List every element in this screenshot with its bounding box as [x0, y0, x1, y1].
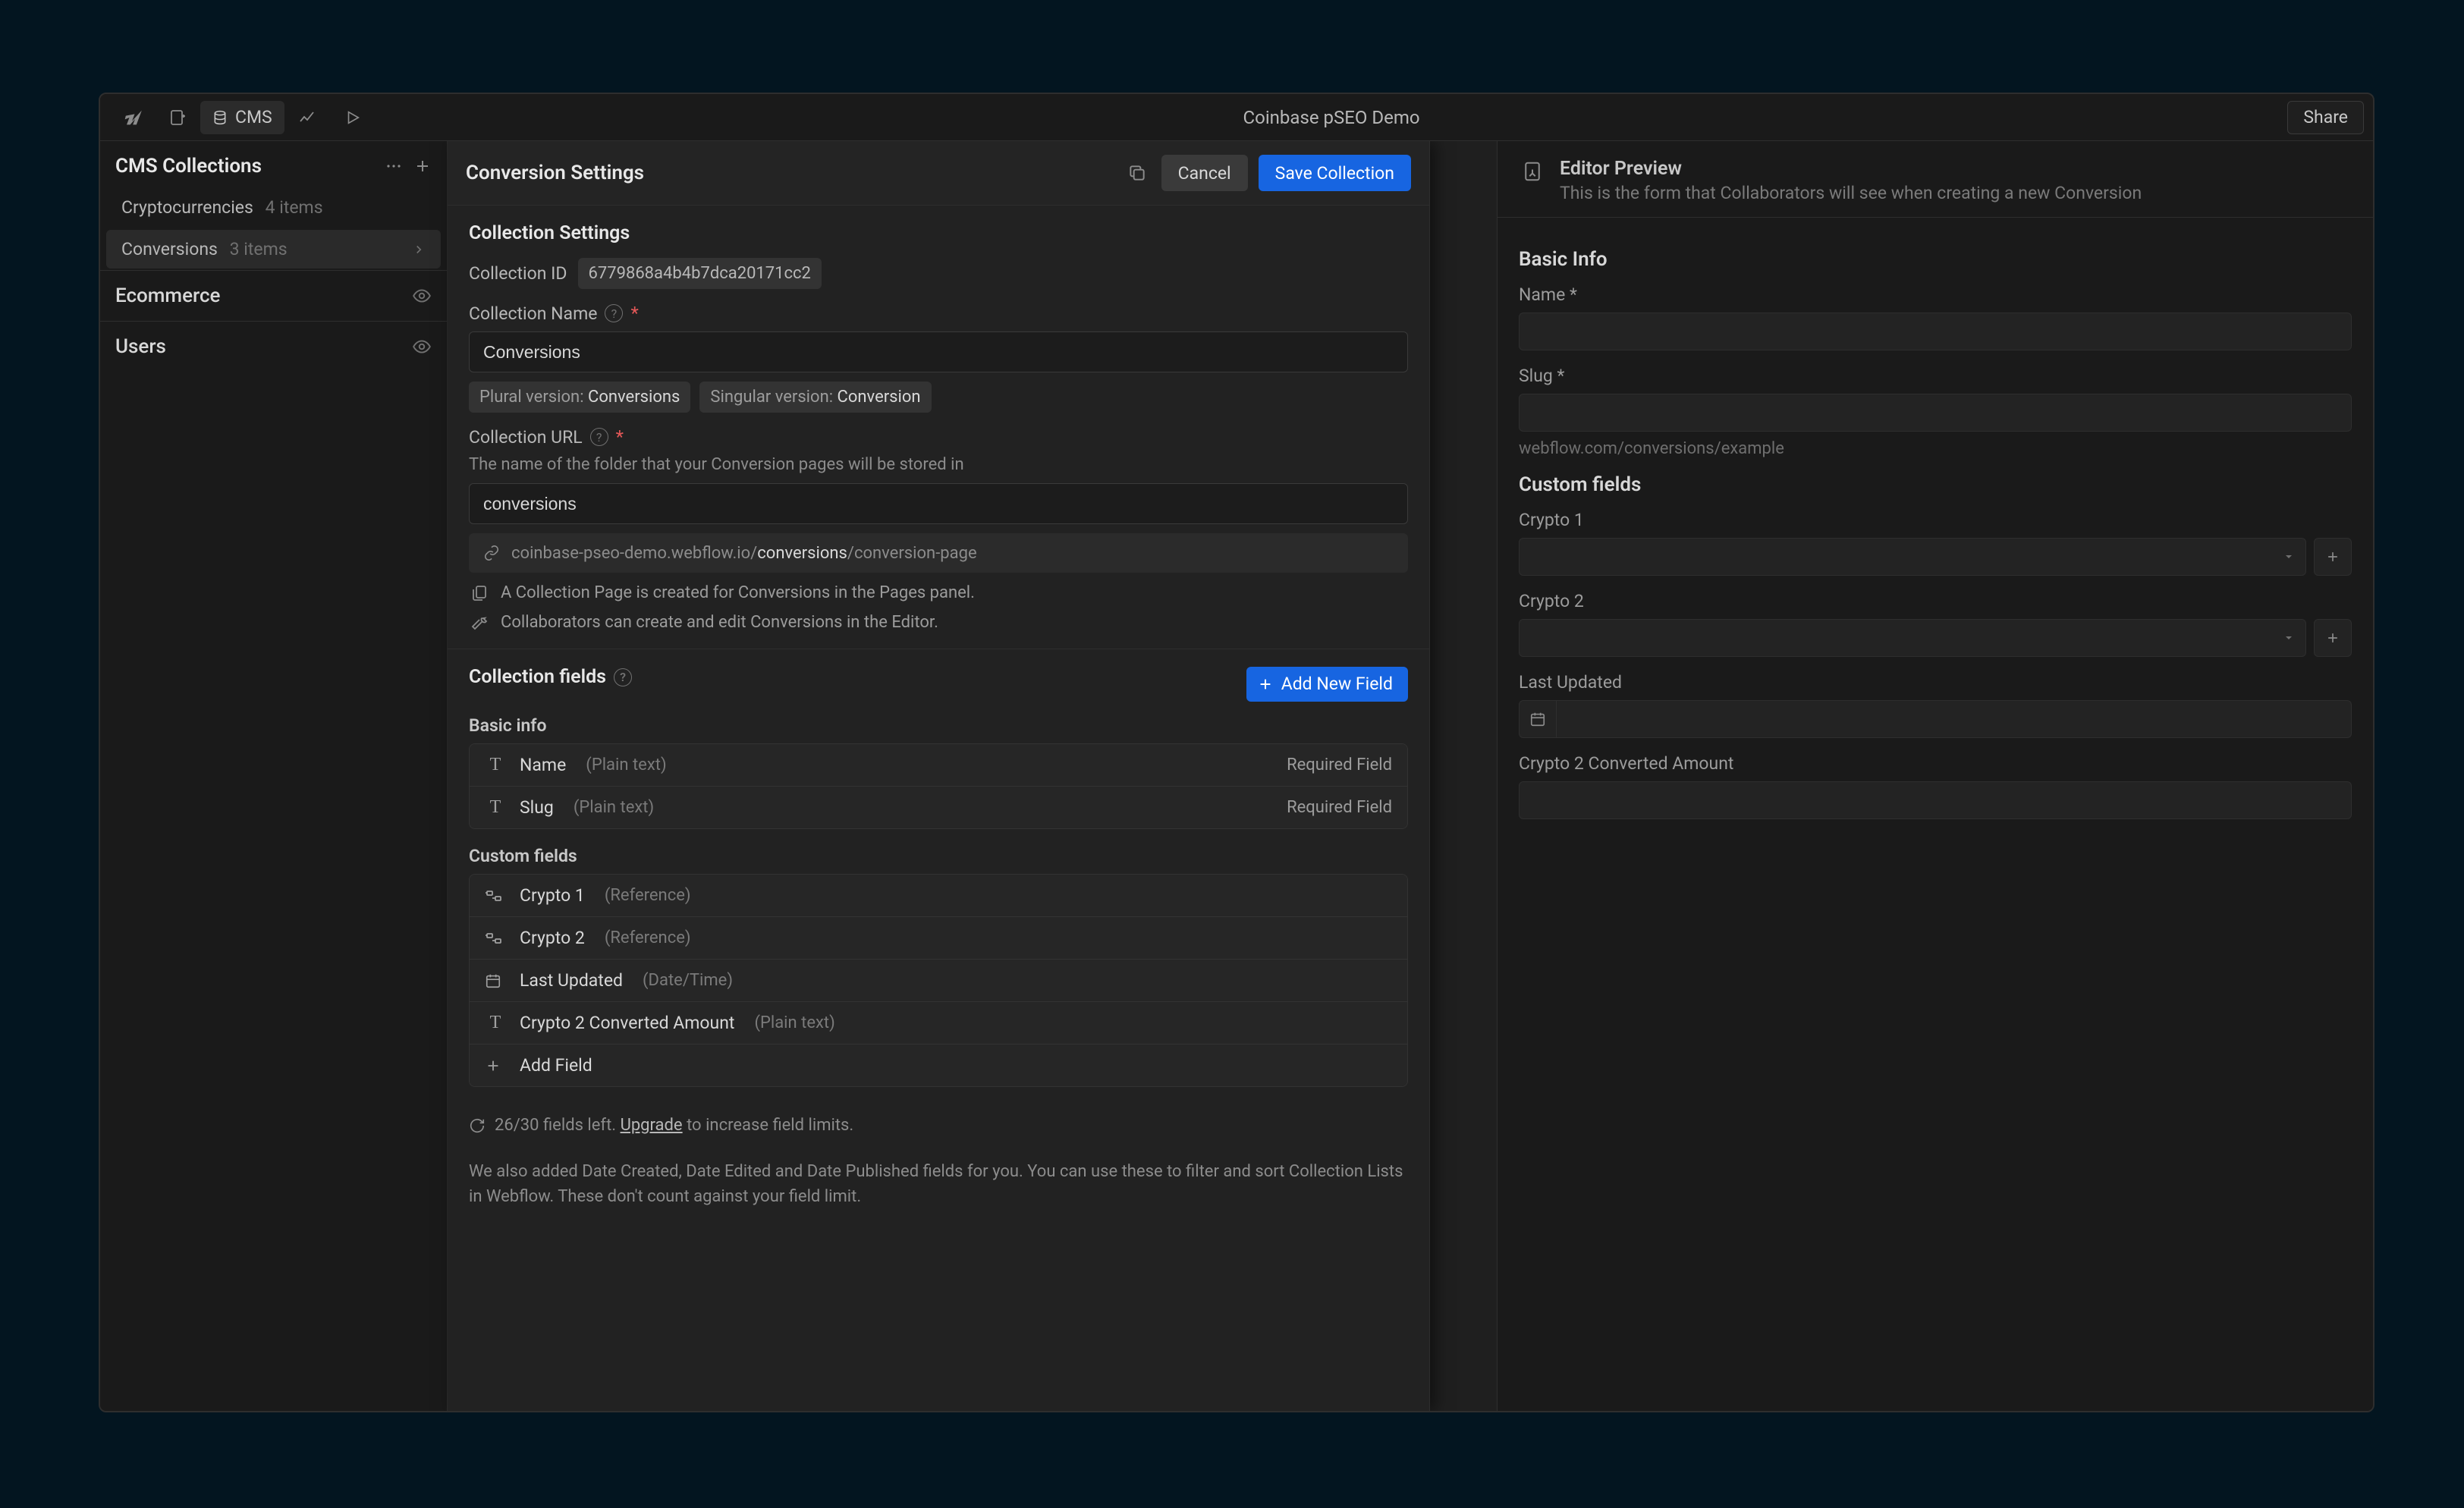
calendar-icon: [1519, 700, 1557, 738]
calendar-icon: [485, 972, 506, 989]
add-page-icon[interactable]: [155, 101, 200, 134]
eye-icon: [412, 337, 432, 357]
collection-id-value[interactable]: 6779868a4b4b7dca20171cc2: [578, 258, 822, 289]
field-row-crypto2-amount[interactable]: T Crypto 2 Converted Amount (Plain text): [470, 1002, 1407, 1045]
plural-version-chip[interactable]: Plural version: Conversions: [469, 382, 690, 413]
analytics-icon[interactable]: [284, 101, 330, 134]
crypto2-amount-input[interactable]: [1519, 781, 2352, 819]
info-line-1: A Collection Page is created for Convers…: [501, 583, 975, 602]
text-icon: T: [485, 1013, 506, 1033]
database-icon: [212, 110, 228, 125]
settings-panel: Conversion Settings Cancel Save Collecti…: [448, 141, 1430, 1411]
slug-hint: webflow.com/conversions/example: [1519, 439, 2352, 458]
crypto2-add-button[interactable]: [2314, 619, 2352, 657]
crypto2-amount-label: Crypto 2 Converted Amount: [1519, 753, 2352, 774]
collection-item-cryptocurrencies[interactable]: Cryptocurrencies 4 items: [106, 188, 441, 227]
collection-name-label: Collection Name: [469, 303, 597, 324]
add-collection-icon[interactable]: [413, 157, 432, 175]
info-line-2: Collaborators can create and edit Conver…: [501, 613, 938, 632]
slug-label: Slug *: [1519, 366, 2352, 386]
reference-icon: [485, 931, 506, 946]
collections-title: CMS Collections: [115, 155, 262, 178]
topbar: CMS Coinbase pSEO Demo Share: [100, 94, 2373, 141]
sidebar: CMS Collections Cryptocurrencies 4 items: [100, 141, 448, 1411]
save-collection-button[interactable]: Save Collection: [1259, 155, 1411, 191]
collection-url-description: The name of the folder that your Convers…: [469, 455, 1408, 474]
field-row-name[interactable]: T Name (Plain text) Required Field: [470, 744, 1407, 787]
field-row-crypto1[interactable]: Crypto 1 (Reference): [470, 875, 1407, 917]
sidebar-section-users[interactable]: Users: [100, 321, 447, 372]
field-row-last-updated[interactable]: Last Updated (Date/Time): [470, 960, 1407, 1002]
basic-info-heading: Basic Info: [1519, 248, 2352, 271]
copy-icon[interactable]: [1124, 159, 1151, 187]
help-icon[interactable]: ?: [614, 668, 632, 686]
url-preview: coinbase-pseo-demo.webflow.io/conversion…: [469, 533, 1408, 573]
add-new-field-button[interactable]: Add New Field: [1246, 667, 1408, 702]
required-asterisk: *: [616, 426, 624, 448]
webflow-logo[interactable]: [109, 101, 155, 134]
document-arrow-icon: [1519, 158, 1546, 185]
crypto2-select[interactable]: [1519, 619, 2306, 657]
reference-icon: [485, 888, 506, 903]
required-asterisk: *: [630, 303, 638, 324]
editor-preview-subtitle: This is the form that Collaborators will…: [1560, 183, 2142, 203]
main-area: Conversion Settings Cancel Save Collecti…: [448, 141, 1497, 1411]
settings-title: Conversion Settings: [466, 162, 644, 184]
basic-info-group-label: Basic info: [469, 715, 1408, 736]
cms-label: CMS: [235, 107, 272, 127]
project-title: Coinbase pSEO Demo: [376, 107, 2288, 128]
collection-item-conversions[interactable]: Conversions 3 items: [106, 230, 441, 269]
collection-url-input[interactable]: [469, 483, 1408, 524]
chevron-down-icon: [2283, 632, 2295, 644]
collection-fields-heading: Collection fields: [469, 666, 606, 688]
cms-nav-button[interactable]: CMS: [200, 101, 284, 134]
text-icon: T: [485, 797, 506, 818]
crypto1-add-button[interactable]: [2314, 538, 2352, 576]
sidebar-section-ecommerce[interactable]: Ecommerce: [100, 270, 447, 321]
custom-fields-list: Crypto 1 (Reference) Crypto 2: [469, 874, 1408, 1087]
play-icon[interactable]: [330, 101, 376, 134]
autofields-note: We also added Date Created, Date Edited …: [448, 1147, 1429, 1230]
add-field-row[interactable]: Add Field: [470, 1045, 1407, 1086]
refresh-icon: [469, 1117, 486, 1134]
name-input[interactable]: [1519, 313, 2352, 350]
basic-fields-list: T Name (Plain text) Required Field T Slu…: [469, 743, 1408, 829]
pages-icon: [469, 584, 490, 602]
chevron-down-icon: [2283, 551, 2295, 563]
share-button[interactable]: Share: [2287, 101, 2364, 134]
crypto1-label: Crypto 1: [1519, 510, 2352, 530]
collection-url-label: Collection URL: [469, 427, 583, 448]
custom-fields-group-label: Custom fields: [469, 846, 1408, 866]
custom-fields-heading: Custom fields: [1519, 473, 2352, 496]
fields-limit-footer: 26/30 fields left. Upgrade to increase f…: [448, 1104, 1429, 1147]
crypto1-select[interactable]: [1519, 538, 2306, 576]
plus-icon: [1257, 676, 1274, 693]
upgrade-link[interactable]: Upgrade: [621, 1116, 683, 1135]
app-frame: CMS Coinbase pSEO Demo Share CMS Collect…: [99, 93, 2374, 1412]
more-icon[interactable]: [385, 157, 403, 175]
help-icon[interactable]: ?: [605, 304, 623, 322]
plus-icon: [485, 1057, 506, 1074]
crypto2-label: Crypto 2: [1519, 591, 2352, 611]
slug-input[interactable]: [1519, 394, 2352, 432]
field-row-slug[interactable]: T Slug (Plain text) Required Field: [470, 787, 1407, 828]
cancel-button[interactable]: Cancel: [1161, 155, 1248, 191]
wrench-icon: [469, 614, 490, 632]
editor-preview-panel: Editor Preview This is the form that Col…: [1497, 141, 2373, 1411]
field-row-crypto2[interactable]: Crypto 2 (Reference): [470, 917, 1407, 960]
link-icon: [481, 542, 502, 564]
last-updated-input[interactable]: [1557, 700, 2352, 738]
chevron-right-icon: [412, 243, 426, 256]
editor-preview-title: Editor Preview: [1560, 158, 2142, 180]
last-updated-label: Last Updated: [1519, 672, 2352, 693]
collection-id-label: Collection ID: [469, 263, 567, 284]
help-icon[interactable]: ?: [590, 428, 608, 446]
text-icon: T: [485, 755, 506, 775]
eye-icon: [412, 286, 432, 306]
collection-name-input[interactable]: [469, 331, 1408, 372]
name-label: Name *: [1519, 284, 2352, 305]
singular-version-chip[interactable]: Singular version: Conversion: [699, 382, 931, 413]
collection-settings-heading: Collection Settings: [469, 222, 1408, 244]
